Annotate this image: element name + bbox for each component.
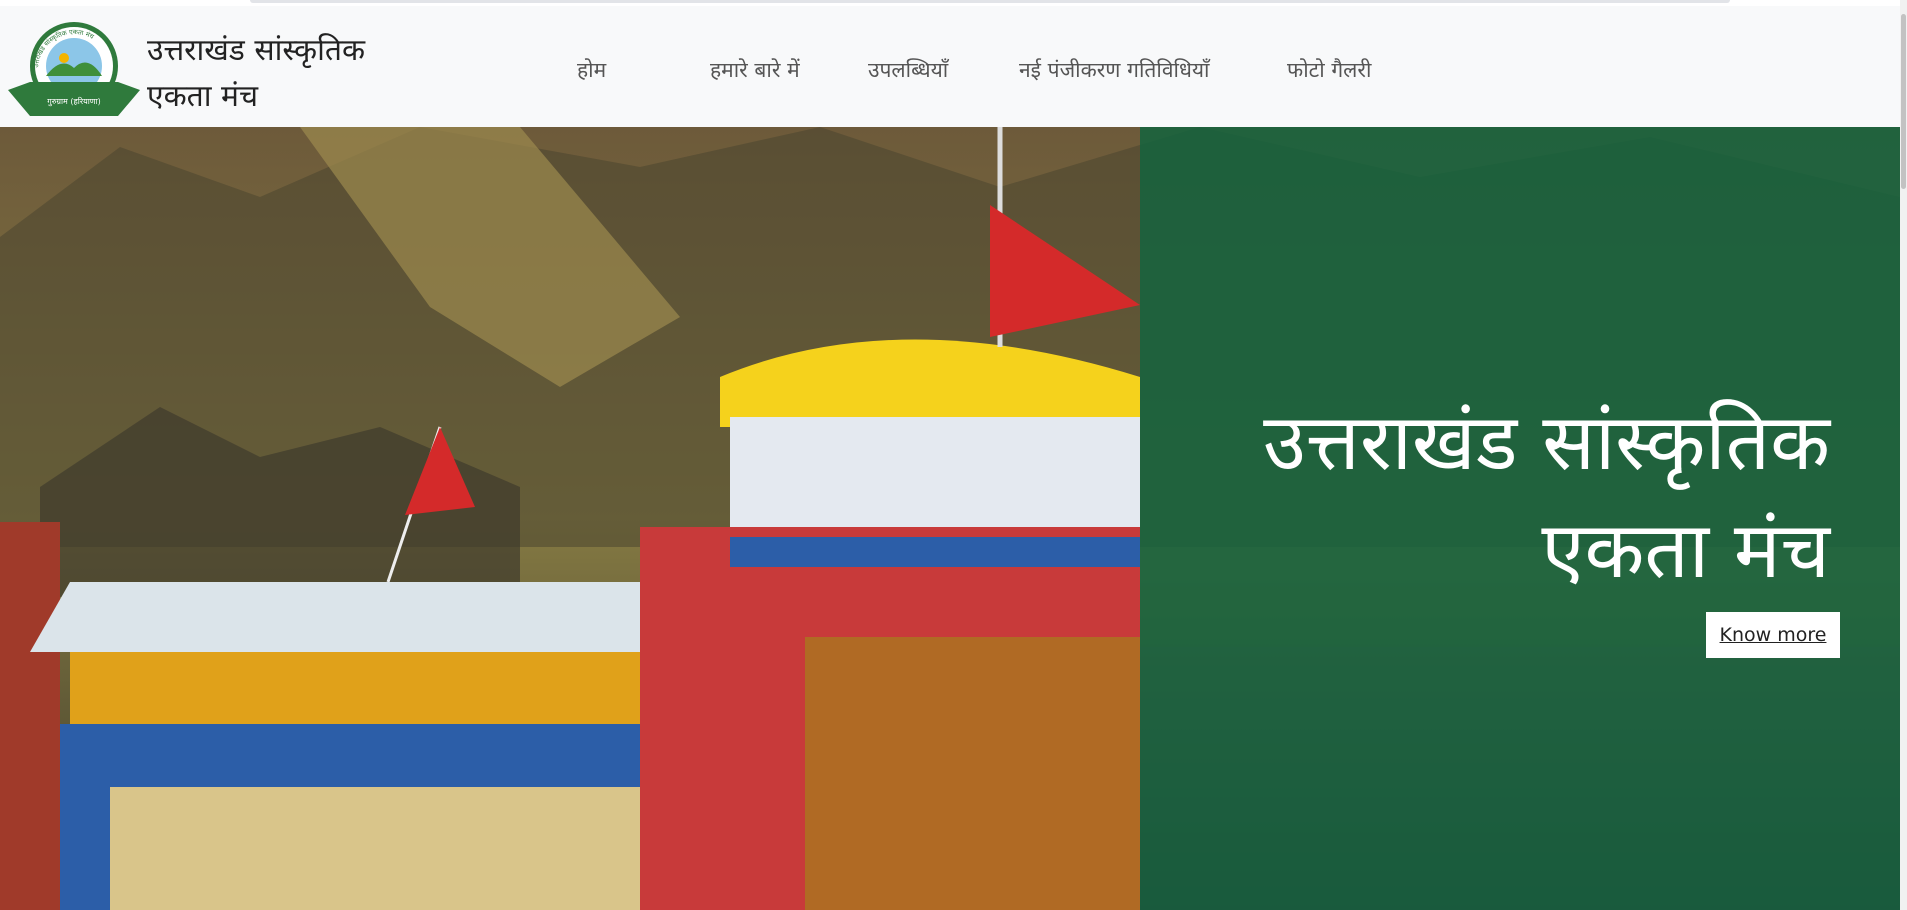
nav-photo-gallery[interactable]: फोटो गैलरी [1287, 56, 1371, 84]
brand-name[interactable]: उत्तराखंड सांस्कृतिक एकता मंच [147, 28, 407, 120]
scrollbar-thumb[interactable] [1901, 14, 1906, 189]
nav-achievements[interactable]: उपलब्धियाँ [868, 56, 948, 84]
hero-title-line-2: एकता मंच [1541, 506, 1830, 596]
know-more-button[interactable]: Know more [1706, 612, 1840, 658]
side-building [0, 522, 60, 910]
temple-windows [730, 417, 1140, 527]
navbar: उत्तराखंड सांस्कृतिक एकता मंच गुरुग्राम … [0, 6, 1900, 127]
nav-home[interactable]: होम [577, 56, 606, 84]
hero-title: उत्तराखंड सांस्कृतिक एकता मंच [1130, 389, 1830, 605]
nav-new-registration[interactable]: नई पंजीकरण गतिविधियाँ [1019, 56, 1210, 84]
logo-sun [59, 53, 69, 63]
hero-banner: उत्तराखंड सांस्कृतिक एकता मंच Know more [0, 127, 1900, 910]
temple-band [730, 537, 1140, 567]
brand-line-1: उत्तराखंड सांस्कृतिक [147, 33, 366, 68]
temple-gate [805, 637, 1140, 910]
browser-top-bar [250, 0, 1730, 3]
logo-ribbon-text: गुरुग्राम (हरियाणा) [47, 96, 101, 107]
hero-title-line-1: उत्तराखंड सांस्कृतिक [1263, 398, 1830, 488]
temple-wing-upper [70, 652, 700, 724]
brand-line-2: एकता मंच [147, 79, 259, 114]
nav-about[interactable]: हमारे बारे में [710, 56, 800, 84]
site-logo[interactable]: उत्तराखंड सांस्कृतिक एकता मंच गुरुग्राम … [6, 20, 142, 124]
temple-wing-base [110, 787, 670, 910]
temple-roof [30, 582, 700, 652]
